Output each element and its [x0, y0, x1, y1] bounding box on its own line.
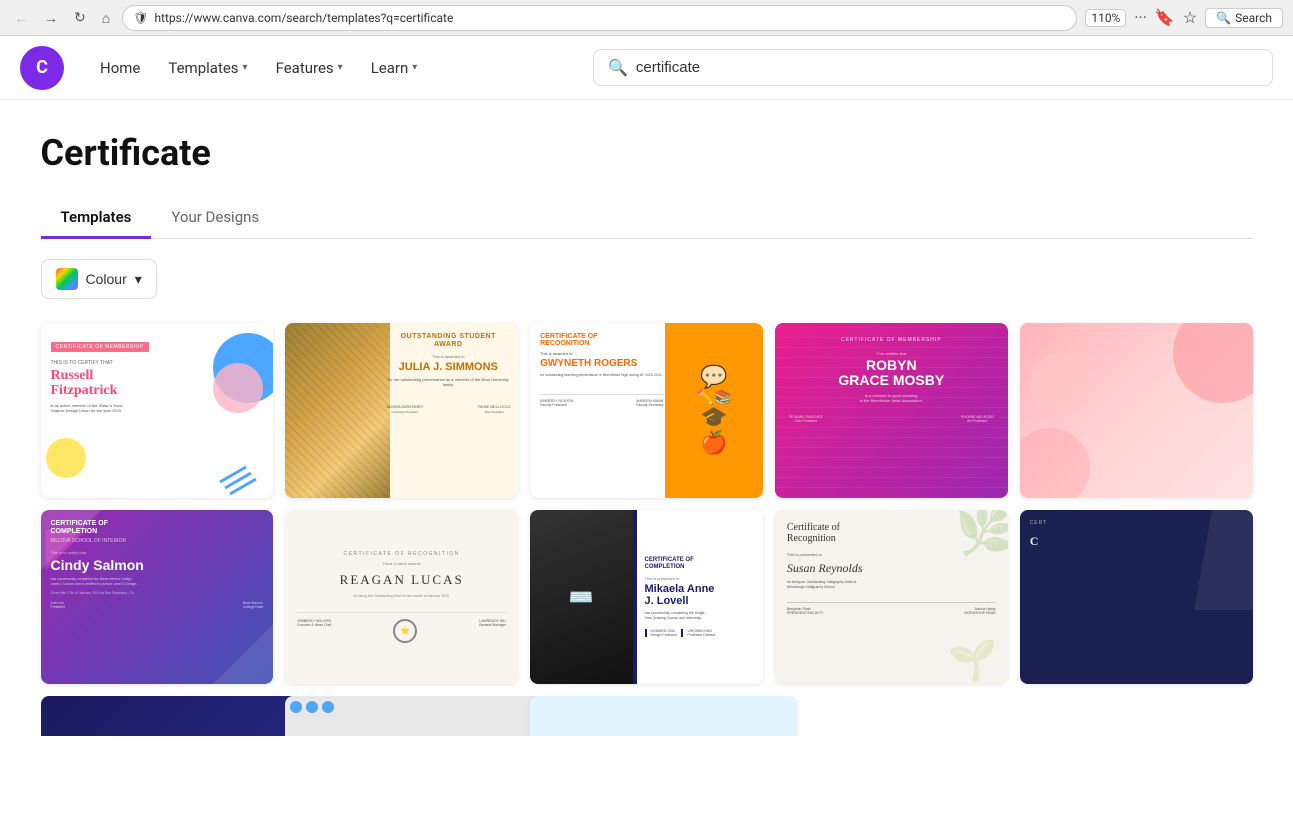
browser-search[interactable]: 🔍 Search	[1205, 8, 1283, 28]
filter-row: Colour ▾	[41, 259, 1253, 299]
nav-learn[interactable]: Learn ▾	[359, 51, 430, 85]
tab-templates[interactable]: Templates	[41, 198, 152, 239]
search-icon: 🔍	[608, 58, 628, 77]
features-chevron: ▾	[338, 62, 343, 73]
zoom-level: 110%	[1085, 9, 1126, 27]
shield-icon: 🛡	[133, 11, 148, 25]
tab-your-designs[interactable]: Your Designs	[151, 198, 279, 239]
star-icon[interactable]: ☆	[1183, 8, 1197, 27]
template-grid-row1: Certificate of Membership THIS IS TO CER…	[41, 323, 1253, 498]
template-card-3[interactable]: 💬 ✏️📚 🎓 🍎 CERTIFICATE OFRECOGNITION This…	[530, 323, 763, 498]
tabs: Templates Your Designs	[41, 198, 1253, 239]
more-options[interactable]: ···	[1134, 8, 1147, 27]
bookmark-icon[interactable]: 🔖	[1155, 8, 1175, 27]
template-card-2[interactable]: OUTSTANDING STUDENT AWARD This is awarde…	[285, 323, 518, 498]
template-grid-row3-partial	[41, 696, 1253, 736]
page-title: Certificate	[41, 132, 1253, 174]
learn-chevron: ▾	[412, 62, 417, 73]
template-card-7[interactable]: CERTIFICATE OF RECOGNITION Fiaza Cuisine…	[285, 510, 518, 685]
template-card-8[interactable]: ⌨️ CERTIFICATE OFCOMPLETION This is pres…	[530, 510, 763, 685]
template-grid-row2: CERTIFICATE OFCOMPLETION RELOVA SCHOOL O…	[41, 510, 1253, 685]
nav-templates[interactable]: Templates ▾	[156, 51, 259, 85]
templates-chevron: ▾	[243, 62, 248, 73]
forward-button[interactable]: →	[40, 8, 62, 28]
main-nav: C Home Templates ▾ Features ▾ Learn ▾ 🔍	[0, 36, 1293, 100]
template-card-13[interactable]	[530, 696, 797, 736]
browser-chrome: ← → ↻ ⌂ 🛡 https://www.canva.com/search/t…	[0, 0, 1293, 36]
colour-swatch	[56, 268, 78, 290]
nav-home[interactable]: Home	[88, 51, 152, 85]
template-card-10[interactable]: CERT C	[1020, 510, 1253, 685]
template-card-1[interactable]: Certificate of Membership THIS IS TO CER…	[41, 323, 274, 498]
colour-filter-button[interactable]: Colour ▾	[41, 259, 157, 299]
address-bar[interactable]: 🛡 https://www.canva.com/search/templates…	[122, 5, 1077, 31]
template-card-4[interactable]: CERTIFICATE OF MEMBERSHIP This certifies…	[775, 323, 1008, 498]
template-card-6[interactable]: CERTIFICATE OFCOMPLETION RELOVA SCHOOL O…	[41, 510, 274, 685]
nav-features[interactable]: Features ▾	[264, 51, 355, 85]
search-input[interactable]	[636, 59, 1258, 76]
nav-links: Home Templates ▾ Features ▾ Learn ▾	[88, 51, 429, 85]
template-card-11[interactable]	[41, 696, 308, 736]
colour-label: Colour	[86, 271, 127, 287]
logo-text: C	[36, 57, 48, 78]
address-url: https://www.canva.com/search/templates?q…	[154, 11, 453, 25]
reload-button[interactable]: ↻	[70, 7, 90, 28]
template-card-9[interactable]: 🌿 🌱 Certificate ofRecognition This is pr…	[775, 510, 1008, 685]
home-label: Home	[100, 59, 140, 77]
main-content: Certificate Templates Your Designs Colou…	[17, 100, 1277, 780]
search-icon: 🔍	[1216, 11, 1231, 25]
features-label: Features	[276, 59, 334, 77]
search-bar[interactable]: 🔍	[593, 49, 1273, 86]
template-card-12[interactable]	[285, 696, 552, 736]
template-card-5[interactable]	[1020, 323, 1253, 498]
canva-logo[interactable]: C	[20, 46, 64, 90]
learn-label: Learn	[371, 59, 409, 77]
templates-label: Templates	[168, 59, 238, 77]
home-button[interactable]: ⌂	[98, 8, 114, 28]
back-button[interactable]: ←	[10, 8, 32, 28]
colour-chevron: ▾	[135, 271, 142, 288]
